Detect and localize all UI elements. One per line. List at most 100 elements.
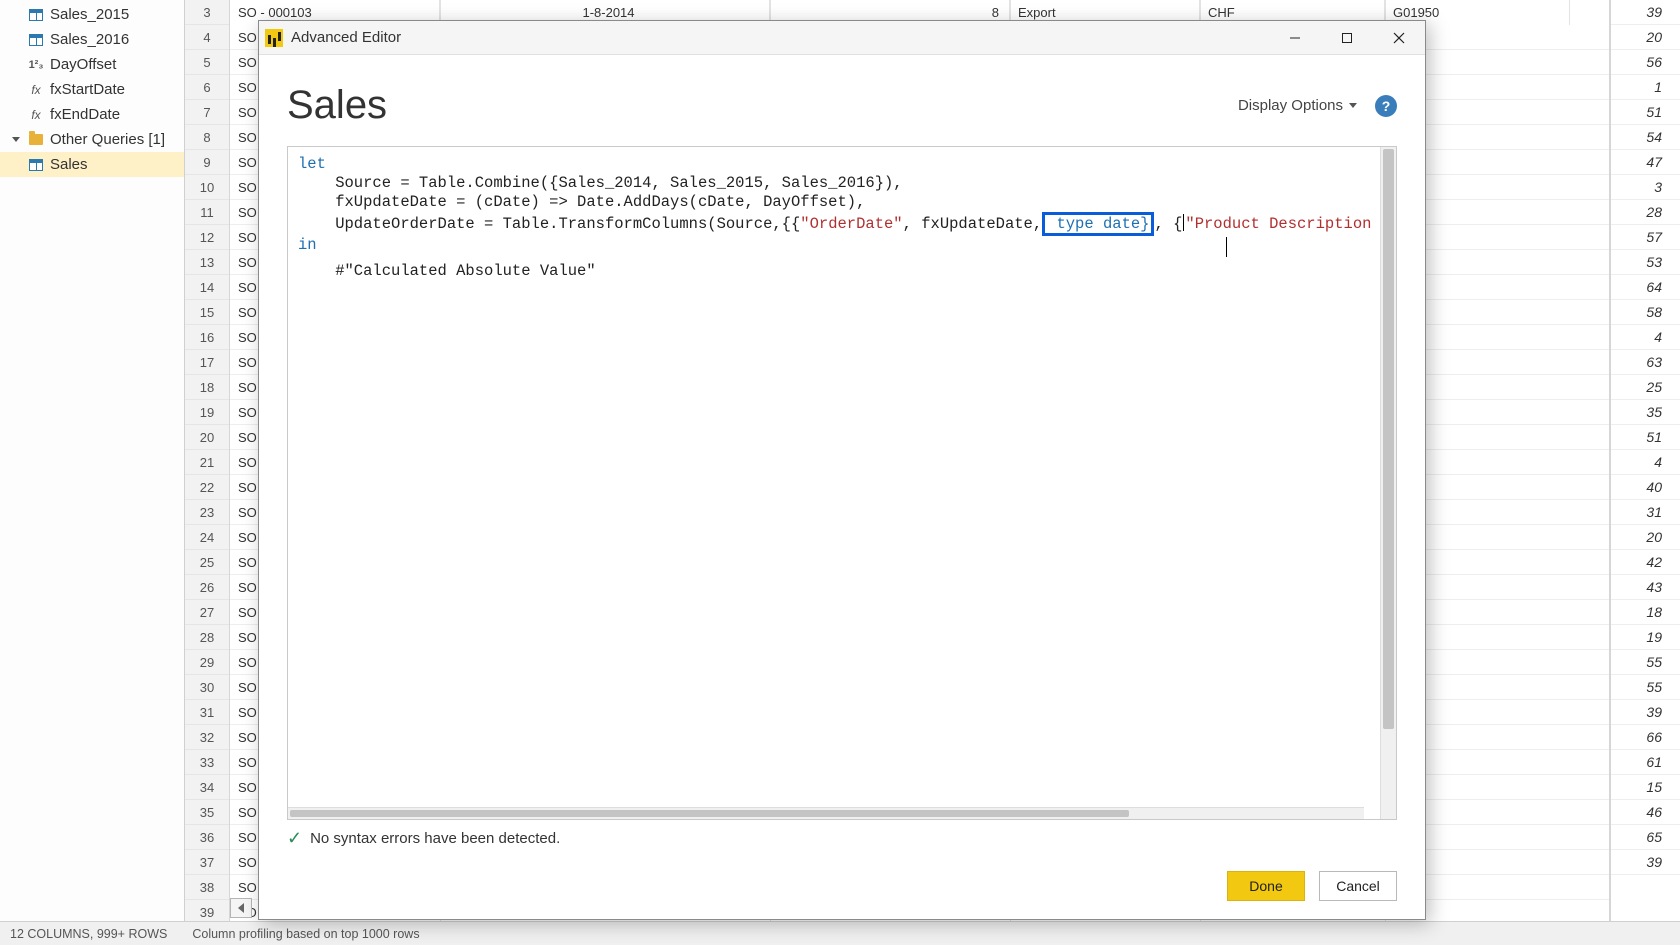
query-label: fxStartDate <box>50 81 125 98</box>
code-keyword: in <box>298 236 317 254</box>
code-area[interactable]: let Source = Table.Combine({Sales_2014, … <box>288 147 1380 819</box>
row-number[interactable]: 21 <box>185 450 229 475</box>
horizontal-scrollbar[interactable] <box>288 807 1364 819</box>
queries-panel: Sales_2015 Sales_2016 1²₃ DayOffset fx f… <box>0 0 185 921</box>
query-item[interactable]: Sales_2015 <box>0 2 184 27</box>
row-number[interactable]: 3 <box>185 0 229 25</box>
row-number[interactable]: 5 <box>185 50 229 75</box>
row-number[interactable]: 14 <box>185 275 229 300</box>
right-value: 20 <box>1611 525 1680 550</box>
table-icon <box>28 7 44 23</box>
right-value: 55 <box>1611 675 1680 700</box>
highlighted-selection: type date} <box>1042 212 1154 236</box>
scroll-thumb[interactable] <box>1383 149 1394 729</box>
row-number[interactable]: 6 <box>185 75 229 100</box>
right-value: 47 <box>1611 150 1680 175</box>
code-line: fxUpdateDate = (cDate) => Date.AddDays(c… <box>298 193 865 211</box>
row-number[interactable]: 9 <box>185 150 229 175</box>
row-number[interactable]: 39 <box>185 900 229 921</box>
right-value-column: 3920561515447328575364584632535514403120… <box>1610 0 1680 921</box>
row-number[interactable]: 35 <box>185 800 229 825</box>
row-number[interactable]: 22 <box>185 475 229 500</box>
maximize-icon <box>1341 32 1353 44</box>
row-number[interactable]: 18 <box>185 375 229 400</box>
display-options-label: Display Options <box>1238 97 1343 114</box>
help-button[interactable]: ? <box>1375 95 1397 117</box>
right-value: 58 <box>1611 300 1680 325</box>
row-number[interactable]: 23 <box>185 500 229 525</box>
chevron-left-icon <box>238 903 244 913</box>
row-number[interactable]: 38 <box>185 875 229 900</box>
row-number[interactable]: 33 <box>185 750 229 775</box>
row-number[interactable]: 16 <box>185 325 229 350</box>
query-item[interactable]: 1²₃ DayOffset <box>0 52 184 77</box>
right-value: 15 <box>1611 775 1680 800</box>
done-button[interactable]: Done <box>1227 871 1305 901</box>
row-number[interactable]: 28 <box>185 625 229 650</box>
scroll-thumb[interactable] <box>290 810 1129 817</box>
row-number[interactable]: 12 <box>185 225 229 250</box>
right-value: 31 <box>1611 500 1680 525</box>
maximize-button[interactable] <box>1325 23 1369 53</box>
powerbi-icon <box>265 29 283 47</box>
table-icon <box>28 32 44 48</box>
right-value: 65 <box>1611 825 1680 850</box>
row-number[interactable]: 29 <box>185 650 229 675</box>
query-label: Sales <box>50 156 88 173</box>
row-number[interactable]: 31 <box>185 700 229 725</box>
query-label: Sales_2016 <box>50 31 129 48</box>
row-number[interactable]: 30 <box>185 675 229 700</box>
dialog-titlebar[interactable]: Advanced Editor <box>259 21 1425 55</box>
row-number[interactable]: 37 <box>185 850 229 875</box>
vertical-scrollbar[interactable] <box>1380 147 1396 819</box>
code-text: , { <box>1154 215 1182 233</box>
row-number[interactable]: 4 <box>185 25 229 50</box>
folder-icon <box>28 132 44 148</box>
row-number[interactable]: 11 <box>185 200 229 225</box>
row-number[interactable]: 32 <box>185 725 229 750</box>
display-options-dropdown[interactable]: Display Options <box>1238 97 1357 114</box>
row-number[interactable]: 15 <box>185 300 229 325</box>
row-number[interactable]: 24 <box>185 525 229 550</box>
status-bar: 12 COLUMNS, 999+ ROWS Column profiling b… <box>0 921 1680 945</box>
row-number[interactable]: 10 <box>185 175 229 200</box>
row-number[interactable]: 19 <box>185 400 229 425</box>
row-number[interactable]: 20 <box>185 425 229 450</box>
right-value: 63 <box>1611 350 1680 375</box>
row-number[interactable]: 26 <box>185 575 229 600</box>
row-number[interactable]: 36 <box>185 825 229 850</box>
row-number[interactable]: 27 <box>185 600 229 625</box>
close-button[interactable] <box>1377 23 1421 53</box>
advanced-editor-dialog: Advanced Editor Sales Display Options ? … <box>258 20 1426 920</box>
query-item[interactable]: fx fxEndDate <box>0 102 184 127</box>
query-item-selected[interactable]: Sales <box>0 152 184 177</box>
right-value: 51 <box>1611 100 1680 125</box>
secondary-cursor <box>1226 237 1227 257</box>
right-value: 54 <box>1611 125 1680 150</box>
query-group[interactable]: Other Queries [1] <box>0 127 184 152</box>
right-value: 39 <box>1611 0 1680 25</box>
row-number[interactable]: 7 <box>185 100 229 125</box>
code-text: , fxUpdateDate, <box>903 215 1043 233</box>
right-value: 64 <box>1611 275 1680 300</box>
row-number[interactable]: 34 <box>185 775 229 800</box>
right-value: 4 <box>1611 450 1680 475</box>
right-value: 53 <box>1611 250 1680 275</box>
right-value: 3 <box>1611 175 1680 200</box>
right-value: 40 <box>1611 475 1680 500</box>
right-value: 25 <box>1611 375 1680 400</box>
query-item[interactable]: Sales_2016 <box>0 27 184 52</box>
caret-down-icon <box>1349 103 1357 108</box>
check-icon: ✓ <box>287 828 302 849</box>
code-editor[interactable]: let Source = Table.Combine({Sales_2014, … <box>287 146 1397 820</box>
dialog-title: Advanced Editor <box>291 29 1265 46</box>
row-number[interactable]: 17 <box>185 350 229 375</box>
cancel-button[interactable]: Cancel <box>1319 871 1397 901</box>
minimize-button[interactable] <box>1273 23 1317 53</box>
row-number[interactable]: 13 <box>185 250 229 275</box>
row-number[interactable]: 8 <box>185 125 229 150</box>
query-item[interactable]: fx fxStartDate <box>0 77 184 102</box>
right-value: 66 <box>1611 725 1680 750</box>
row-number[interactable]: 25 <box>185 550 229 575</box>
scroll-left-button[interactable] <box>230 898 252 918</box>
